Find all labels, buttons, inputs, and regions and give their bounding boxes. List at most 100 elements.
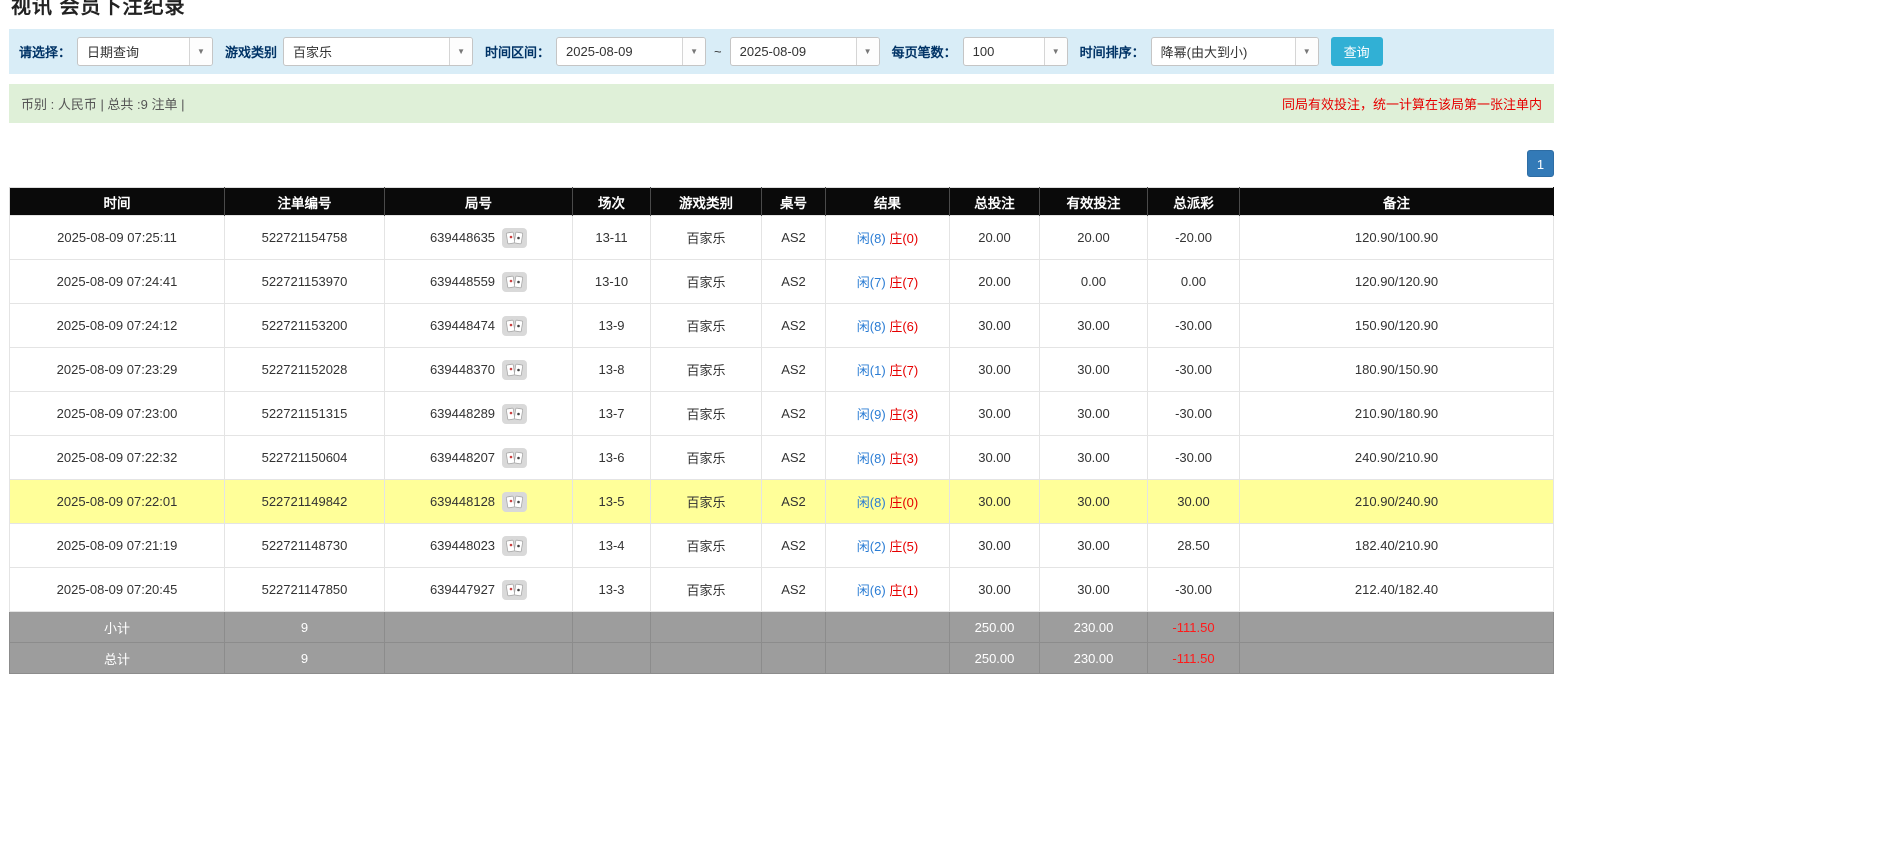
chevron-down-icon[interactable]: ▼ <box>449 38 472 65</box>
game-replay-icon[interactable] <box>502 536 527 556</box>
cell-round-id: 639448635 <box>385 216 573 260</box>
cell-bet-id: 522721149842 <box>225 480 385 524</box>
cell-payout: -30.00 <box>1148 348 1240 392</box>
date-from-select[interactable]: 2025-08-09 ▼ <box>556 37 706 66</box>
cell-table-no: AS2 <box>762 436 826 480</box>
cell-result: 闲(8) 庄(6) <box>826 304 950 348</box>
cell-remark: 210.90/180.90 <box>1240 392 1554 436</box>
cell-total-bet: 20.00 <box>950 260 1040 304</box>
cell-valid-bet: 30.00 <box>1040 304 1148 348</box>
time-range-label: 时间区间： <box>485 42 550 61</box>
page-size-select[interactable]: 100 ▼ <box>963 37 1068 66</box>
cell-result: 闲(2) 庄(5) <box>826 524 950 568</box>
sort-order-value: 降幂(由大到小) <box>1152 42 1295 61</box>
cell-time: 2025-08-09 07:25:11 <box>10 216 225 260</box>
cell-result: 闲(9) 庄(3) <box>826 392 950 436</box>
sort-order-select[interactable]: 降幂(由大到小) ▼ <box>1151 37 1319 66</box>
chevron-down-icon[interactable]: ▼ <box>1295 38 1318 65</box>
cell-session: 13-7 <box>573 392 651 436</box>
column-header: 桌号 <box>762 188 826 216</box>
cell-remark: 120.90/120.90 <box>1240 260 1554 304</box>
subtotal-valid-bet: 230.00 <box>1040 612 1148 643</box>
table-row: 2025-08-09 07:25:11 522721154758 6394486… <box>10 216 1554 260</box>
subtotal-total-bet: 250.00 <box>950 612 1040 643</box>
game-replay-icon[interactable] <box>502 580 527 600</box>
game-replay-icon[interactable] <box>502 360 527 380</box>
result-banker: 庄(0) <box>889 495 918 510</box>
cell-time: 2025-08-09 07:22:01 <box>10 480 225 524</box>
cell-bet-id: 522721152028 <box>225 348 385 392</box>
round-id-text: 639448128 <box>430 494 495 509</box>
chevron-down-icon[interactable]: ▼ <box>189 38 212 65</box>
cell-total-bet: 30.00 <box>950 392 1040 436</box>
cell-bet-id: 522721147850 <box>225 568 385 612</box>
cell-total-bet: 30.00 <box>950 436 1040 480</box>
total-payout: -111.50 <box>1148 643 1240 674</box>
chevron-down-icon[interactable]: ▼ <box>856 38 879 65</box>
cell-game-type: 百家乐 <box>651 216 762 260</box>
chevron-down-icon[interactable]: ▼ <box>1044 38 1067 65</box>
game-replay-icon[interactable] <box>502 272 527 292</box>
cell-result: 闲(8) 庄(0) <box>826 216 950 260</box>
date-to-value: 2025-08-09 <box>731 44 856 59</box>
cell-valid-bet: 30.00 <box>1040 480 1148 524</box>
result-player: 闲(7) <box>857 275 886 290</box>
cell-bet-id: 522721154758 <box>225 216 385 260</box>
result-player: 闲(8) <box>857 451 886 466</box>
cell-game-type: 百家乐 <box>651 568 762 612</box>
cell-total-bet: 20.00 <box>950 216 1040 260</box>
cell-session: 13-11 <box>573 216 651 260</box>
page-title: 视讯 会员下注纪录 <box>11 0 1554 19</box>
table-row: 2025-08-09 07:21:19 522721148730 6394480… <box>10 524 1554 568</box>
column-header: 游戏类别 <box>651 188 762 216</box>
game-type-select[interactable]: 百家乐 ▼ <box>283 37 473 66</box>
column-header: 注单编号 <box>225 188 385 216</box>
cell-payout: -30.00 <box>1148 392 1240 436</box>
column-header: 总派彩 <box>1148 188 1240 216</box>
column-header: 备注 <box>1240 188 1554 216</box>
query-type-value: 日期查询 <box>78 42 189 61</box>
cell-round-id: 639448023 <box>385 524 573 568</box>
sort-label: 时间排序： <box>1080 42 1145 61</box>
cell-session: 13-4 <box>573 524 651 568</box>
cell-total-bet: 30.00 <box>950 568 1040 612</box>
cell-table-no: AS2 <box>762 304 826 348</box>
game-replay-icon[interactable] <box>502 316 527 336</box>
cell-game-type: 百家乐 <box>651 260 762 304</box>
result-banker: 庄(5) <box>889 539 918 554</box>
game-replay-icon[interactable] <box>502 448 527 468</box>
game-replay-icon[interactable] <box>502 492 527 512</box>
page-number-button[interactable]: 1 <box>1527 150 1554 177</box>
page-size-label: 每页笔数： <box>892 42 957 61</box>
game-replay-icon[interactable] <box>502 404 527 424</box>
cell-table-no: AS2 <box>762 524 826 568</box>
table-row: 2025-08-09 07:20:45 522721147850 6394479… <box>10 568 1554 612</box>
cell-bet-id: 522721153970 <box>225 260 385 304</box>
date-to-select[interactable]: 2025-08-09 ▼ <box>730 37 880 66</box>
result-banker: 庄(1) <box>889 583 918 598</box>
result-banker: 庄(3) <box>889 451 918 466</box>
search-button[interactable]: 查询 <box>1331 37 1383 66</box>
total-valid-bet: 230.00 <box>1040 643 1148 674</box>
column-header: 场次 <box>573 188 651 216</box>
query-type-select[interactable]: 日期查询 ▼ <box>77 37 213 66</box>
cell-table-no: AS2 <box>762 568 826 612</box>
cell-game-type: 百家乐 <box>651 524 762 568</box>
cell-payout: 28.50 <box>1148 524 1240 568</box>
table-header-row: 时间注单编号局号场次游戏类别桌号结果总投注有效投注总派彩备注 <box>10 188 1554 216</box>
cell-payout: -30.00 <box>1148 304 1240 348</box>
pagination: 1 <box>9 150 1554 177</box>
round-id-text: 639448023 <box>430 538 495 553</box>
table-body: 2025-08-09 07:25:11 522721154758 6394486… <box>10 216 1554 612</box>
cell-round-id: 639448289 <box>385 392 573 436</box>
cell-result: 闲(6) 庄(1) <box>826 568 950 612</box>
cell-session: 13-8 <box>573 348 651 392</box>
cell-round-id: 639448559 <box>385 260 573 304</box>
chevron-down-icon[interactable]: ▼ <box>682 38 705 65</box>
table-row: 2025-08-09 07:24:12 522721153200 6394484… <box>10 304 1554 348</box>
currency-total-summary: 币别 : 人民币 | 总共 :9 注单 | <box>21 94 185 113</box>
cell-round-id: 639448474 <box>385 304 573 348</box>
cell-valid-bet: 30.00 <box>1040 436 1148 480</box>
cell-game-type: 百家乐 <box>651 480 762 524</box>
game-replay-icon[interactable] <box>502 228 527 248</box>
